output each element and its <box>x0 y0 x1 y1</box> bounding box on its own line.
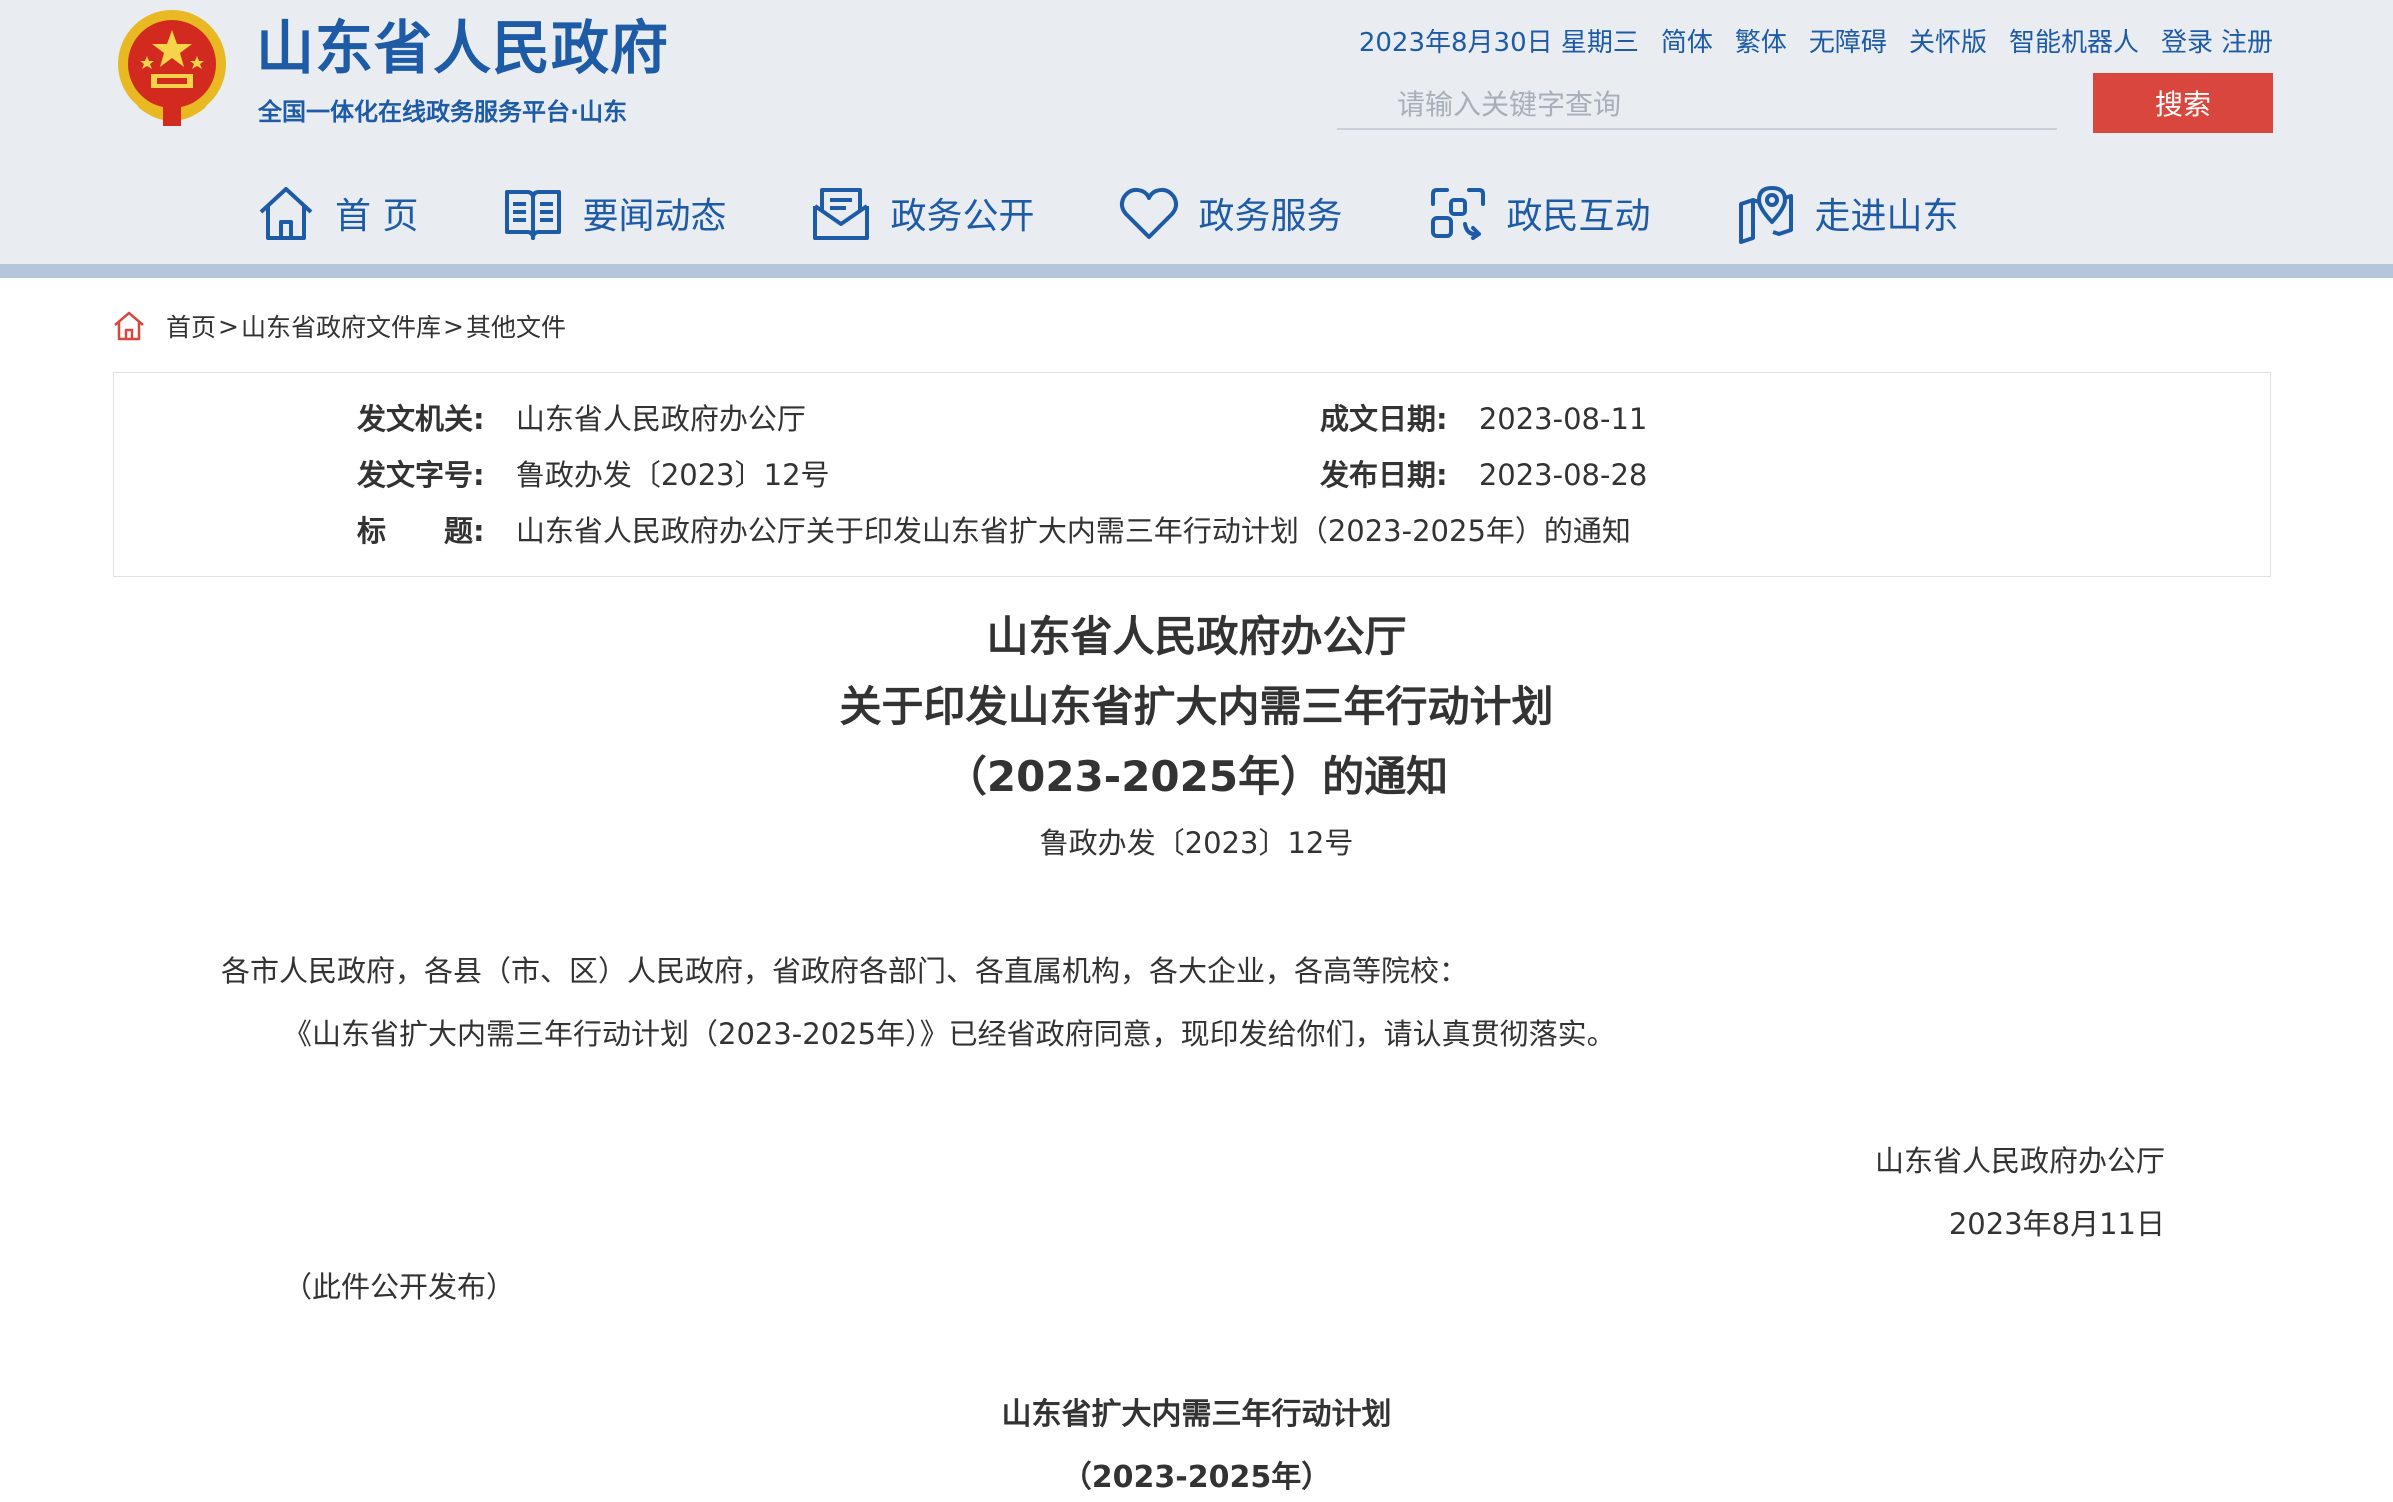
nav-label: 政务公开 <box>890 196 1035 237</box>
header-divider <box>0 264 2393 278</box>
meta-title-label: 标 题: <box>357 514 485 548</box>
nav-item-about-shandong[interactable]: 走进山东 <box>1735 182 1959 244</box>
search-button[interactable]: 搜索 <box>2093 73 2273 133</box>
meta-title-row: 标 题: 山东省人民政府办公厅关于印发山东省扩大内需三年行动计划（2023-20… <box>357 511 1631 551</box>
meta-doc-number-row: 发文字号: 鲁政办发〔2023〕12号 <box>357 455 830 495</box>
meta-publish-date-value: 2023-08-28 <box>1478 458 1648 492</box>
meta-publish-date-row: 发布日期: 2023-08-28 <box>1320 455 1647 495</box>
elderly-care-mode-link[interactable]: 关怀版 <box>1909 22 1987 59</box>
traditional-chinese-link[interactable]: 繁体 <box>1735 22 1787 59</box>
heart-icon <box>1120 187 1179 239</box>
nav-label: 政民互动 <box>1506 196 1651 237</box>
document-signature: 山东省人民政府办公厅 <box>1874 1144 2165 1178</box>
home-icon <box>114 311 144 341</box>
nav-item-news[interactable]: 要闻动态 <box>502 182 726 244</box>
nav-label: 走进山东 <box>1814 196 1959 237</box>
document-title-line-3: （2023-2025年）的通知 <box>944 752 1449 801</box>
breadcrumb-home[interactable]: 首页 <box>166 308 216 344</box>
meta-title-value: 山东省人民政府办公厅关于印发山东省扩大内需三年行动计划（2023-2025年）的… <box>515 514 1631 548</box>
nav-label: 要闻动态 <box>582 196 727 237</box>
nav-item-government-affairs[interactable]: 政务公开 <box>810 182 1034 244</box>
nav-item-home[interactable]: 首 页 <box>255 182 418 244</box>
accessibility-link[interactable]: 无障碍 <box>1809 22 1887 59</box>
meta-issuer-value: 山东省人民政府办公厅 <box>515 402 806 436</box>
plan-period: （2023-2025年） <box>1061 1460 1332 1495</box>
document-sign-date: 2023年8月11日 <box>1948 1207 2165 1241</box>
meta-issuer-row: 发文机关: 山东省人民政府办公厅 <box>357 399 806 439</box>
document-title-line-1: 山东省人民政府办公厅 <box>986 612 1407 661</box>
document-recipients: 各市人民政府，各县（市、区）人民政府，省政府各部门、各直属机构，各大企业，各高等… <box>221 954 1469 988</box>
nav-item-government-services[interactable]: 政务服务 <box>1118 182 1343 244</box>
site-subtitle: 全国一体化在线政务服务平台·山东 <box>258 98 628 126</box>
meta-doc-number-value: 鲁政办发〔2023〕12号 <box>515 458 830 492</box>
meta-written-date-row: 成文日期: 2023-08-11 <box>1320 399 1647 439</box>
document-publish-note: （此件公开发布） <box>283 1270 516 1304</box>
breadcrumb-separator: > <box>442 311 464 341</box>
nav-item-interaction[interactable]: 政民互动 <box>1427 182 1651 244</box>
smart-robot-link[interactable]: 智能机器人 <box>2009 22 2139 59</box>
interaction-icon <box>1430 188 1485 240</box>
mail-icon <box>813 188 870 240</box>
site-header: 山东省人民政府 全国一体化在线政务服务平台·山东 2023年8月30日 星期三 … <box>0 0 2393 264</box>
current-date: 2023年8月30日 星期三 <box>1358 27 1639 58</box>
home-icon <box>259 187 313 240</box>
meta-written-date-label: 成文日期: <box>1320 402 1448 436</box>
book-icon <box>505 190 562 240</box>
document-number: 鲁政办发〔2023〕12号 <box>1039 826 1354 860</box>
top-links: 2023年8月30日 星期三 简体 繁体 无障碍 关怀版 智能机器人 登录 注册 <box>1359 22 2273 58</box>
meta-doc-number-label: 发文字号: <box>357 458 485 492</box>
breadcrumb-separator: > <box>218 311 239 341</box>
login-link[interactable]: 登录 <box>2161 22 2213 59</box>
map-pin-icon <box>1738 186 1793 244</box>
breadcrumb-file-library[interactable]: 山东省政府文件库 <box>241 308 441 344</box>
nav-label: 政务服务 <box>1198 196 1343 237</box>
search-input[interactable] <box>1337 80 2057 130</box>
meta-issuer-label: 发文机关: <box>357 402 485 436</box>
document-title-line-2: 关于印发山东省扩大内需三年行动计划 <box>839 682 1554 731</box>
document-meta-box: 发文机关: 山东省人民政府办公厅 成文日期: 2023-08-11 发文字号: … <box>113 372 2271 577</box>
breadcrumb: 首页 > 山东省政府文件库 > 其他文件 <box>112 308 566 344</box>
main-nav: 首 页 要闻动态 政务公开 政务服务 政民互动 走进山东 <box>255 178 2043 248</box>
breadcrumb-other-files[interactable]: 其他文件 <box>466 308 566 344</box>
meta-publish-date-label: 发布日期: <box>1320 458 1448 492</box>
register-link[interactable]: 注册 <box>2221 22 2273 59</box>
national-emblem-icon <box>118 10 226 126</box>
meta-written-date-value: 2023-08-11 <box>1478 402 1648 436</box>
plan-title: 山东省扩大内需三年行动计划 <box>1001 1397 1392 1432</box>
simplified-chinese-link[interactable]: 简体 <box>1661 22 1713 59</box>
site-title: 山东省人民政府 <box>256 14 670 82</box>
document-body: 《山东省扩大内需三年行动计划（2023-2025年）》已经省政府同意，现印发给你… <box>283 1017 1616 1051</box>
nav-label: 首 页 <box>335 196 419 237</box>
